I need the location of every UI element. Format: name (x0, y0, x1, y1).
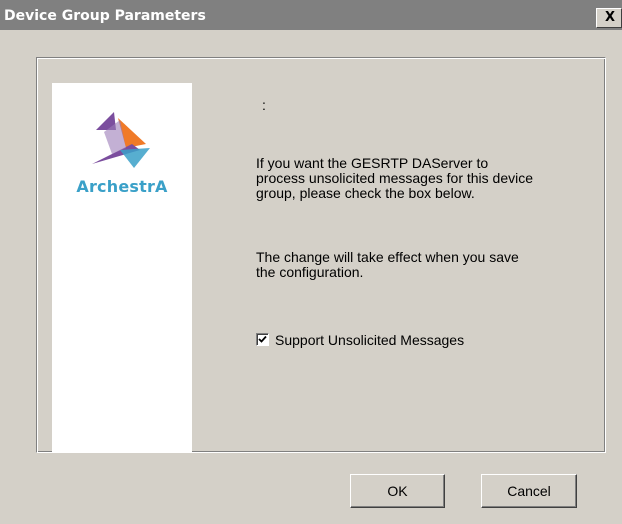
archestra-logo-icon (92, 112, 150, 168)
checkmark-icon (258, 335, 267, 343)
close-icon: X (605, 10, 616, 25)
support-unsolicited-checkbox[interactable] (256, 333, 269, 346)
support-unsolicited-label: Support Unsolicited Messages (275, 332, 465, 348)
logo-text: ArchestrA (76, 177, 168, 196)
close-button[interactable]: X (596, 8, 622, 28)
instruction-text: If you want the GESRTP DAServer to proce… (256, 155, 534, 201)
ok-button[interactable]: OK (350, 474, 445, 508)
colon-label: : (262, 97, 266, 113)
window-title: Device Group Parameters (4, 8, 206, 24)
cancel-button[interactable]: Cancel (481, 474, 577, 508)
info-text: The change will take effect when you sav… (256, 249, 519, 280)
title-bar: Device Group Parameters X (0, 0, 622, 30)
